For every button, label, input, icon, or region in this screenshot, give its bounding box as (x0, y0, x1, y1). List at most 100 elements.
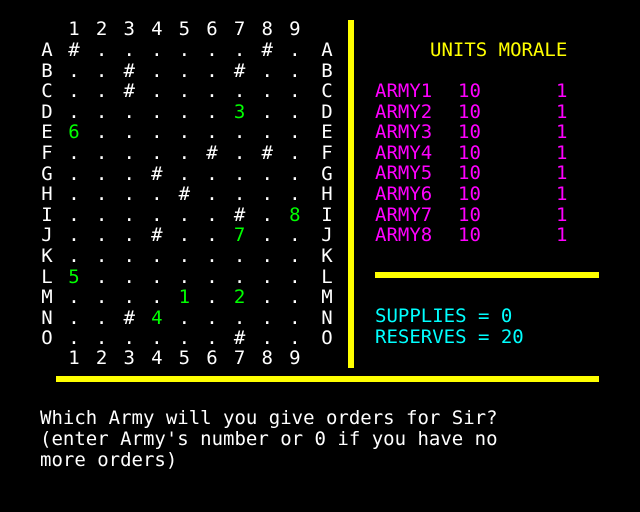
empty-square: . (233, 306, 246, 329)
empty-square: . (123, 327, 135, 350)
column-label: 7 (233, 18, 246, 40)
army-marker: 2 (233, 286, 246, 309)
row-label-left: D (41, 100, 53, 123)
row-label-right: H (321, 183, 333, 206)
empty-square: . (178, 59, 191, 82)
empty-square: . (68, 306, 80, 329)
board-row-k: K......... K (40, 246, 340, 266)
empty-square: . (206, 224, 218, 247)
obstacle-marker: # (233, 203, 246, 226)
obstacle-marker: # (151, 224, 163, 247)
row-label-left: J (41, 224, 53, 247)
empty-square: . (123, 203, 135, 226)
row-label-left: M (41, 286, 53, 309)
empty-square: . (206, 245, 218, 267)
empty-square: . (123, 162, 135, 185)
board-row-j: J... #.. 7.. J (40, 225, 340, 245)
board-row-d: D...... 3.. D (40, 102, 340, 122)
empty-square: . (151, 121, 163, 144)
empty-square: . (95, 59, 108, 82)
empty-square: . (261, 265, 273, 288)
row-label-left: F (41, 142, 53, 164)
board-row-o: O...... #.. O (40, 328, 340, 348)
row-label-left: K (41, 245, 53, 267)
row-label-right: E (321, 121, 333, 144)
empty-square: . (206, 100, 218, 123)
column-label: 5 (178, 347, 191, 369)
army-morale: 1 (556, 80, 568, 102)
column-label: 7 (233, 347, 246, 369)
row-label-right: F (321, 142, 333, 164)
prompt-line-3: more orders) (40, 449, 178, 471)
army-morale: 1 (556, 100, 568, 123)
empty-square: . (261, 306, 273, 329)
column-label: 9 (289, 347, 301, 369)
empty-square: . (68, 245, 80, 267)
empty-square: . (151, 80, 163, 103)
row-label-left: L (41, 265, 53, 288)
army-units: 10 (458, 224, 481, 247)
empty-square: . (206, 265, 218, 288)
column-label: 6 (206, 18, 218, 40)
row-label-left: O (41, 327, 53, 350)
obstacle-marker: # (123, 80, 135, 103)
empty-square: . (123, 245, 135, 267)
empty-square: . (68, 286, 80, 309)
empty-square: . (123, 39, 135, 61)
empty-square: . (95, 203, 108, 226)
board-row-e: E6........E (40, 122, 340, 142)
empty-square: . (95, 100, 108, 123)
empty-square: . (206, 59, 218, 82)
empty-square: . (151, 100, 163, 123)
empty-square: . (289, 121, 301, 144)
obstacle-marker: # (206, 142, 218, 164)
obstacle-marker: # (68, 39, 80, 61)
army-name: ARMY1 (375, 80, 433, 102)
empty-square: . (178, 142, 191, 164)
row-label-left: H (41, 183, 53, 206)
empty-square: . (289, 327, 301, 350)
empty-square: . (95, 39, 108, 61)
empty-square: . (233, 265, 246, 288)
obstacle-marker: # (233, 59, 246, 82)
empty-square: . (206, 306, 218, 329)
row-label-right: C (321, 80, 333, 103)
empty-square: . (289, 265, 301, 288)
empty-square: . (289, 100, 301, 123)
empty-square: . (151, 265, 163, 288)
empty-square: . (151, 245, 163, 267)
column-label: 2 (95, 347, 108, 369)
empty-square: . (95, 286, 108, 309)
board-row-b: B.. #... #.. B (40, 61, 340, 81)
empty-square: . (178, 203, 191, 226)
row-label-right: I (321, 203, 333, 226)
board-row-n: N.. #4..... N (40, 308, 340, 328)
army-name: ARMY7 (375, 203, 433, 226)
army-units: 10 (458, 203, 481, 226)
army-units: 10 (458, 121, 481, 144)
empty-square: . (123, 265, 135, 288)
army-name: ARMY6 (375, 183, 433, 205)
row-label-right: K (321, 245, 333, 267)
empty-square: . (95, 162, 108, 185)
army-name: ARMY8 (375, 224, 433, 247)
row-label-right: D (321, 100, 333, 123)
army-marker: 7 (233, 224, 246, 247)
row-label-right: J (321, 224, 333, 247)
army-morale: 1 (556, 203, 568, 226)
army-units: 10 (458, 183, 481, 205)
empty-square: . (206, 327, 218, 350)
empty-square: . (123, 224, 135, 247)
vertical-divider (348, 20, 354, 368)
empty-square: . (95, 224, 108, 247)
empty-square: . (261, 224, 273, 247)
column-label: 2 (95, 18, 108, 40)
empty-square: . (261, 286, 273, 309)
column-label: 4 (151, 18, 163, 40)
empty-square: . (123, 100, 135, 123)
army-morale: 1 (556, 121, 568, 144)
army-marker: 6 (68, 121, 80, 144)
empty-square: . (289, 183, 301, 206)
empty-square: . (95, 265, 108, 288)
empty-square: . (233, 245, 246, 267)
